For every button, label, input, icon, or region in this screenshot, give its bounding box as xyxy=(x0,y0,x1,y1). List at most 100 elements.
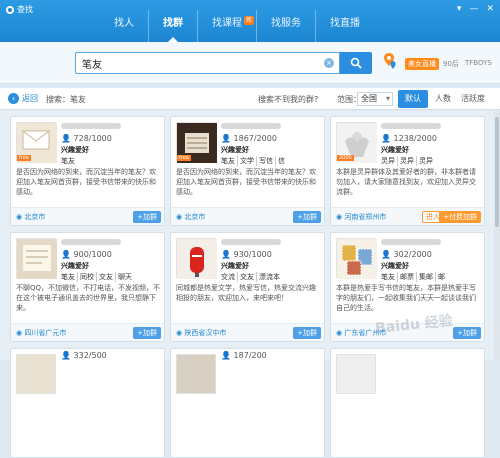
member-count: 👤 187/200 xyxy=(221,351,267,360)
group-category: 兴趣爱好 xyxy=(61,146,89,154)
group-category: 兴趣爱好 xyxy=(381,146,409,154)
member-count: 👤 900/1000 xyxy=(61,250,112,259)
group-card[interactable]: 2000 👤 1238/2000 兴趣爱好 灵异 灵异 灵异 本群是灵异群体及其爱好… xyxy=(330,116,485,226)
close-button[interactable]: ✕ xyxy=(486,4,494,14)
window-controls: ▾ — ✕ xyxy=(457,4,494,14)
window-title-text: 查找 xyxy=(17,5,33,14)
range-select[interactable]: 全国 xyxy=(357,92,393,106)
window-title: 查找 xyxy=(6,4,33,15)
group-card[interactable]: 👤 900/1000 兴趣爱好 笔友 同校 交友 聊天 不聊QQ，不加微信，不打电话，… xyxy=(10,232,165,342)
join-button[interactable]: +加群 xyxy=(293,211,321,223)
group-tags: 灵异 灵异 灵异 xyxy=(381,156,433,166)
clear-icon[interactable]: × xyxy=(324,58,334,68)
group-desc: 本群是热爱手写书信的笔友，本群是热爱手写字的朋友们，一起收集我们天天一起谈谈我们… xyxy=(336,284,476,312)
tab-find-course[interactable]: 找课程新 xyxy=(197,10,256,42)
title-bar: 查找 ▾ — ✕ 找人 找群 找课程新 找服务 找直播 xyxy=(0,0,500,42)
back-button[interactable]: ‹ 返回 xyxy=(8,93,38,104)
group-avatar xyxy=(176,238,217,279)
writing-image-icon xyxy=(17,239,57,279)
back-label: 返回 xyxy=(22,94,38,103)
card-footer: ◉ 四川省广元市 +加群 xyxy=(11,323,164,341)
group-card[interactable]: 👤 187/200 xyxy=(170,348,325,458)
group-card[interactable] xyxy=(330,348,485,458)
group-tags: 笔友 xyxy=(61,157,75,165)
sort-members[interactable]: 人数 xyxy=(428,90,458,108)
not-found-link[interactable]: 搜索不到我的群? xyxy=(258,94,318,105)
group-category: 兴趣爱好 xyxy=(221,146,249,154)
mailbox-image-icon xyxy=(177,239,217,279)
group-category: 兴趣爱好 xyxy=(61,262,89,270)
group-avatar: free xyxy=(176,122,217,163)
filter-bar: ‹ 返回 搜索：笔友 搜索不到我的群? 范围： 全国 默认 人数 活跃度 xyxy=(0,88,500,110)
group-tags: 笔友 文学 写信信 xyxy=(221,156,285,166)
group-tags: 笔友 邮票 集邮邮 xyxy=(381,272,445,282)
group-name-blurred xyxy=(221,239,281,245)
member-count: 👤 1867/2000 xyxy=(221,134,277,143)
group-tags: 笔友 同校 交友 聊天 xyxy=(61,272,132,282)
join-button[interactable]: +加群 xyxy=(133,211,161,223)
group-category: 兴趣爱好 xyxy=(381,262,409,270)
main-nav: 找人 找群 找课程新 找服务 找直播 xyxy=(100,10,374,42)
group-desc: 本群是灵异群体及其爱好者的群，非本群者请勿加入，请大家随意找到友，欢迎加入灵异交… xyxy=(336,168,476,196)
group-name-blurred xyxy=(61,123,121,129)
join-button[interactable]: +加群 xyxy=(453,327,481,339)
minimize-button[interactable]: — xyxy=(469,4,478,14)
search-icon xyxy=(350,57,362,69)
sort-default[interactable]: 默认 xyxy=(398,90,428,108)
sort-tabs: 默认 人数 活跃度 xyxy=(398,90,488,108)
group-city: ◉ 四川省广元市 xyxy=(16,329,67,337)
stamps-image-icon xyxy=(337,239,377,279)
join-button[interactable]: +加群 xyxy=(133,327,161,339)
age-tag[interactable]: 90后 xyxy=(443,59,459,69)
group-card[interactable]: 👤 332/500 xyxy=(10,348,165,458)
group-card[interactable]: free 👤 1867/2000 兴趣爱好 笔友 文学 写信信 是否因为网络的到来，… xyxy=(170,116,325,226)
tab-find-group[interactable]: 找群 xyxy=(148,10,197,42)
sort-activity[interactable]: 活跃度 xyxy=(458,90,488,108)
search-button[interactable] xyxy=(340,52,372,74)
group-city: ◉ 陕西省汉中市 xyxy=(176,329,227,337)
group-avatar: 2000 xyxy=(336,122,377,163)
group-avatar: free xyxy=(16,122,57,163)
scrollbar[interactable] xyxy=(494,111,500,360)
card-footer: ◉ 陕西省汉中市 +加群 xyxy=(171,323,324,341)
tab-find-service[interactable]: 找服务 xyxy=(256,10,315,42)
group-avatar xyxy=(336,238,377,279)
tab-find-people[interactable]: 找人 xyxy=(100,10,148,42)
member-count: 👤 302/2000 xyxy=(381,250,432,259)
search-box: × xyxy=(75,52,340,74)
group-avatar xyxy=(176,354,216,394)
member-count: 👤 930/1000 xyxy=(221,250,272,259)
group-desc: 同城都是热爱文学，热爱写信，热爱交流兴趣相投的朋友，欢迎加入，来吧来吧！ xyxy=(176,284,316,302)
location-pin-icon[interactable] xyxy=(383,52,401,72)
search-input[interactable] xyxy=(76,53,316,73)
group-avatar xyxy=(16,354,56,394)
group-card[interactable]: free 👤 728/1000 兴趣爱好 笔友 是否因为网络的到来，而沉淀当年的… xyxy=(10,116,165,226)
group-name-blurred xyxy=(381,239,441,245)
group-city: ◉ 北京市 xyxy=(176,213,206,221)
group-name-blurred xyxy=(61,239,121,245)
group-name-blurred xyxy=(381,123,441,129)
group-name-blurred xyxy=(221,123,281,129)
dropdown-icon[interactable]: ▾ xyxy=(457,4,462,14)
group-card[interactable]: 👤 930/1000 兴趣爱好 交流 交友 漂流本 同城都是热爱文学，热爱写信，热爱… xyxy=(170,232,325,342)
back-arrow-icon: ‹ xyxy=(8,93,19,104)
hot-tag[interactable]: 美女直播 xyxy=(405,58,439,70)
join-button[interactable]: +加群 xyxy=(293,327,321,339)
group-desc: 不聊QQ，不加微信，不打电话，不发视频，不在这个被电子通讯盖去的世界里，我只想静… xyxy=(16,284,161,312)
member-count: 👤 728/1000 xyxy=(61,134,112,143)
scrollbar-thumb[interactable] xyxy=(495,117,499,227)
tab-find-live[interactable]: 找直播 xyxy=(315,10,374,42)
group-category: 兴趣爱好 xyxy=(221,262,249,270)
card-footer: ◉ 北京市 +加群 xyxy=(171,207,324,225)
group-avatar xyxy=(16,238,57,279)
qq-logo-icon xyxy=(6,5,14,14)
group-avatar xyxy=(336,354,376,394)
group-desc: 是否因为网络的到来，而沉淀当年的笔友？欢迎加入笔友网首页群，接受书信带来的快乐和… xyxy=(176,168,316,196)
name-tag[interactable]: TFBOYS xyxy=(465,59,492,67)
paid-join-button[interactable]: +付费加群 xyxy=(439,211,481,223)
group-tags: 交流 交友 漂流本 xyxy=(221,272,280,282)
member-count: 👤 332/500 xyxy=(61,351,107,360)
group-city: ◉ 北京市 xyxy=(16,213,46,221)
card-footer: ◉ 河南省郑州市 进入 +付费加群 xyxy=(331,207,484,225)
new-badge: 新 xyxy=(243,16,254,25)
